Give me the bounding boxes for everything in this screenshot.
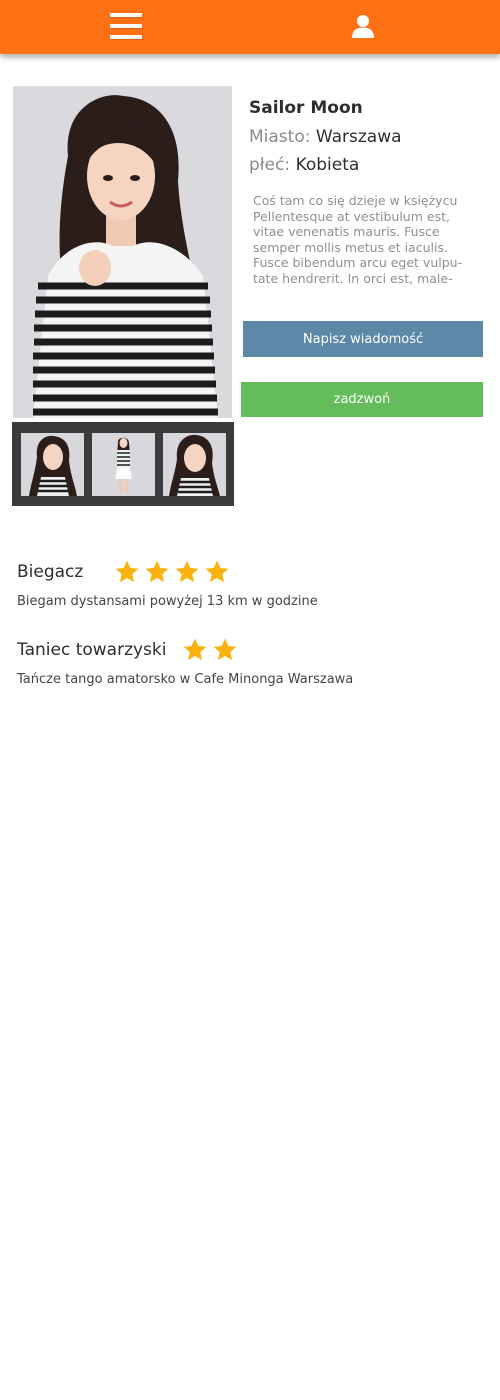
skill-rating xyxy=(114,559,234,585)
photo-thumbnail-strip xyxy=(12,422,234,506)
call-button[interactable]: zadzwoń xyxy=(241,382,483,417)
menu-line xyxy=(110,13,142,17)
photo-thumbnail[interactable] xyxy=(92,433,155,496)
send-message-button[interactable]: Napisz wiadomość xyxy=(243,321,483,357)
star-icon xyxy=(116,560,139,583)
skill-title: Biegacz xyxy=(17,562,84,582)
skill-item: Biegacz xyxy=(17,559,234,585)
star-icon xyxy=(146,560,169,583)
profile-photo[interactable] xyxy=(13,86,232,418)
gender-label: płeć: xyxy=(249,155,291,175)
star-icon xyxy=(176,560,199,583)
star-icon xyxy=(183,638,206,661)
skill-rating xyxy=(182,637,242,663)
gender-value: Kobieta xyxy=(295,155,360,175)
menu-line xyxy=(110,24,142,28)
profile-gender: płeć: Kobieta xyxy=(249,155,359,175)
star-icon xyxy=(213,638,236,661)
profile-city: Miasto: Warszawa xyxy=(249,127,402,147)
skill-description: Tańcze tango amatorsko w Cafe Minonga Wa… xyxy=(17,672,354,687)
hamburger-menu-icon[interactable] xyxy=(107,8,145,44)
skill-title: Taniec towarzyski xyxy=(17,640,167,660)
skill-item: Taniec towarzyski xyxy=(17,637,242,663)
user-icon[interactable] xyxy=(349,12,377,40)
star-icon xyxy=(206,560,229,583)
skill-description: Biegam dystansami powyżej 13 km w godzin… xyxy=(17,594,318,609)
photo-thumbnail[interactable] xyxy=(163,433,226,496)
city-label: Miasto: xyxy=(249,127,311,147)
profile-name: Sailor Moon xyxy=(249,98,363,118)
menu-line xyxy=(110,35,142,39)
profile-bio: Coś tam co się dzieje w księżycu Pellent… xyxy=(253,193,463,286)
photo-thumbnail[interactable] xyxy=(21,433,84,496)
top-app-bar xyxy=(0,0,500,54)
city-value: Warszawa xyxy=(315,127,402,147)
